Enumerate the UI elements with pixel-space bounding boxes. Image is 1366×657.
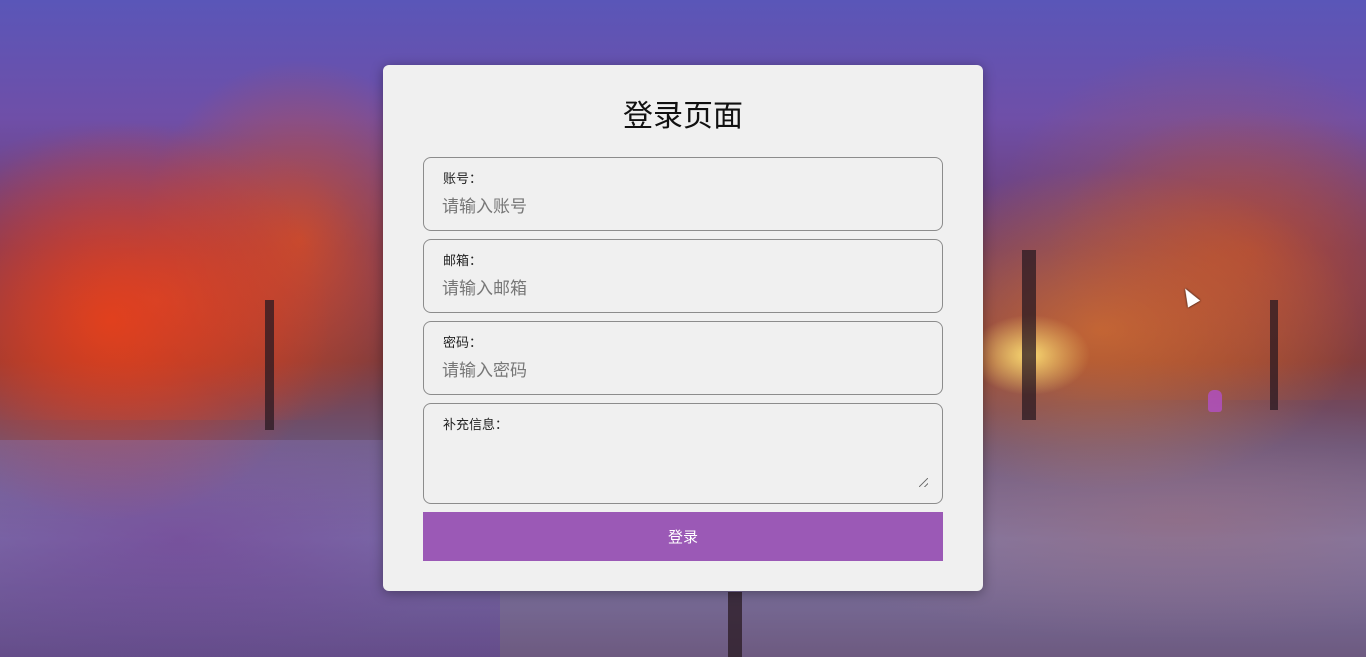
password-label: 密码： <box>443 336 483 351</box>
extra-info-field[interactable]: 补充信息： <box>423 403 943 504</box>
account-label: 账号： <box>443 172 483 187</box>
background-trunk <box>1270 300 1278 410</box>
background-person <box>1208 390 1222 412</box>
extra-info-textarea[interactable] <box>442 438 928 486</box>
email-field[interactable]: 邮箱： <box>423 239 943 313</box>
password-input[interactable] <box>442 359 922 383</box>
password-field[interactable]: 密码： <box>423 321 943 395</box>
login-button[interactable]: 登录 <box>423 512 943 561</box>
page-title: 登录页面 <box>623 99 743 134</box>
extra-info-label: 补充信息： <box>443 418 509 433</box>
background-trees-left <box>0 120 390 420</box>
email-input[interactable] <box>442 277 922 301</box>
account-input[interactable] <box>442 195 922 219</box>
background-trunk <box>265 300 274 430</box>
resize-grip-icon[interactable] <box>919 478 928 487</box>
email-label: 邮箱： <box>443 254 483 269</box>
login-card: 登录页面 账号： 邮箱： 密码： 补充信息： 登录 <box>383 65 983 591</box>
background-trees-right <box>980 40 1366 400</box>
background-trunk <box>728 592 742 657</box>
account-field[interactable]: 账号： <box>423 157 943 231</box>
background-trunk <box>1022 250 1036 420</box>
